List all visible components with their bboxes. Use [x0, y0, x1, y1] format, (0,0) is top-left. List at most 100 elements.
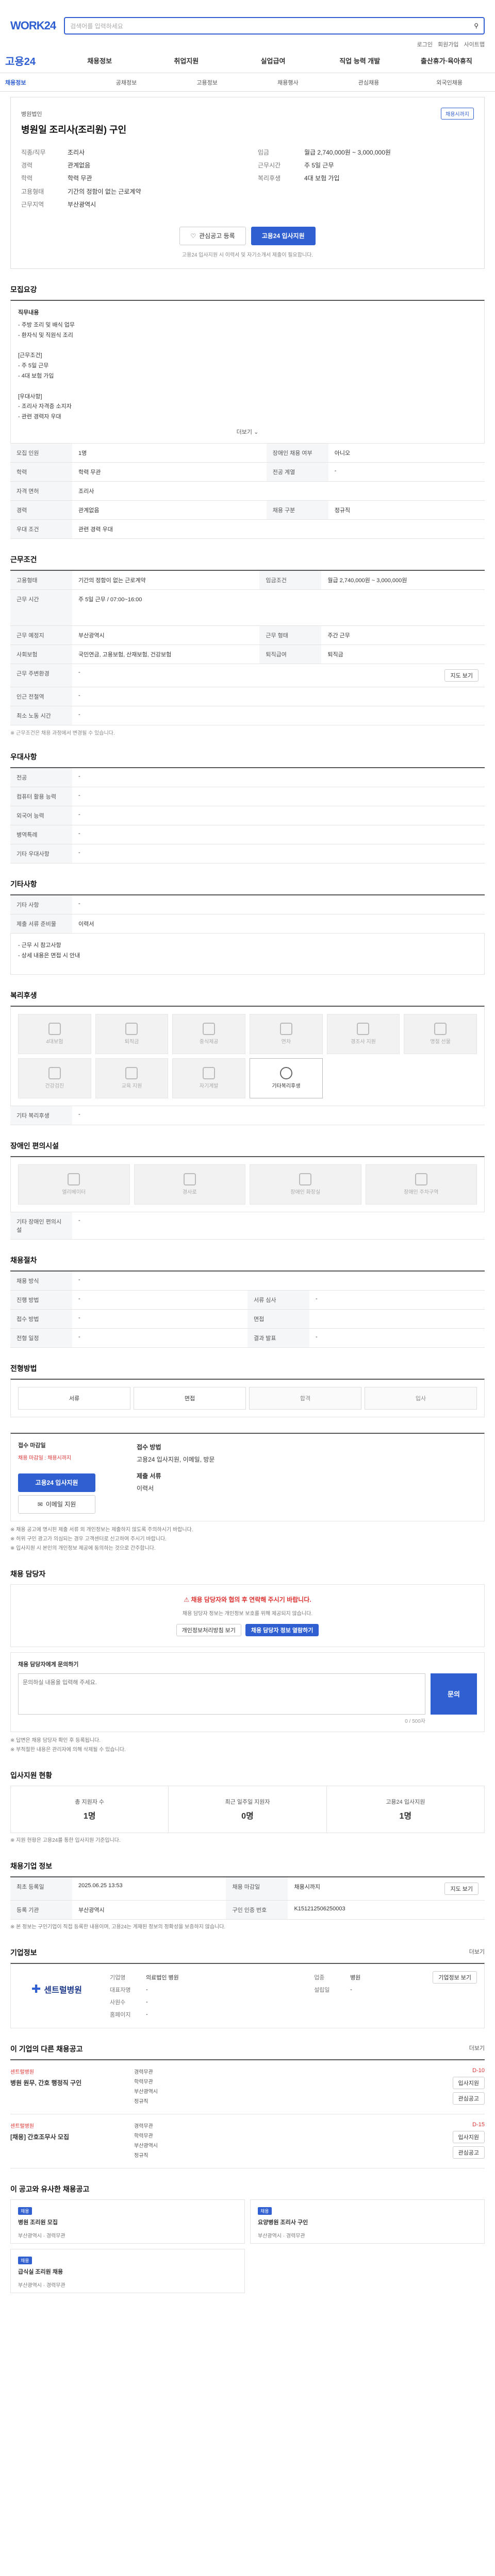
- section-title: 채용기업 정보: [10, 1861, 53, 1870]
- other-more-link[interactable]: 더보기: [469, 2044, 485, 2059]
- subnav-item-5[interactable]: 외국인채용: [409, 78, 490, 87]
- subnav-item-4[interactable]: 관심채용: [328, 78, 409, 87]
- benefit-label: 퇴직금: [124, 1039, 139, 1045]
- section-title: 채용절차: [10, 1256, 37, 1264]
- gnb-brand[interactable]: 고용24: [5, 53, 36, 68]
- top-bar: [0, 0, 495, 11]
- site-logo[interactable]: WORK24: [10, 19, 56, 32]
- scrap-button[interactable]: ♡ 관심공고 등록: [179, 226, 246, 245]
- subnav-item-1[interactable]: 공채정보: [86, 78, 167, 87]
- job-title[interactable]: 병원 원무, 간호 행정직 구인: [10, 2078, 134, 2087]
- stat-item: 총 지원자 수 1명: [11, 1786, 169, 1833]
- alert-sub: 채용 담당자 정보는 개인정보 보호를 위해 제공되지 않습니다.: [182, 1611, 313, 1617]
- step-item: 서류: [18, 1386, 130, 1410]
- company-info-button[interactable]: 기업정보 보기: [433, 1971, 477, 1984]
- gnb-item-support[interactable]: 취업지원: [143, 56, 229, 65]
- table-row: 대표자명 - 설립일 -: [110, 1986, 352, 1993]
- summary-actions: ♡ 관심공고 등록 고용24 입사지원: [21, 226, 474, 245]
- detail-table: 채용 방식 - 진행 방법 - 서류 심사 - 접수 방법 - 면접 전형 일정 - 결과 발표…: [10, 1270, 485, 1348]
- section-title: 장애인 편의시설: [10, 1141, 59, 1150]
- global-nav: 고용24 채용정보 취업지원 실업급여 직업 능력 개발 출산휴가·육아휴직: [0, 48, 495, 73]
- summary-left: 직종/직무 조리사 경력 관계없음 학력 학력 무관 고용형태 기간의 정함이 없는 근…: [21, 146, 237, 211]
- card-title[interactable]: 병원 조리원 모집: [18, 2218, 237, 2226]
- apply-button[interactable]: 입사지원: [452, 2076, 485, 2089]
- detail-section: 채용절차 채용 방식 - 진행 방법 - 서류 심사 - 접수 방법 - 면접 전형 일정 -…: [10, 1255, 485, 1348]
- preference-section: 우대사항 전공 - 컴퓨터 활용 능력 - 외국어 능력 - 병역특례 - 기타 우대사…: [10, 752, 485, 863]
- search-input[interactable]: 검색어를 입력하세요: [70, 22, 123, 30]
- disabled-table: 기타 장애인 편의시설 -: [10, 1212, 485, 1240]
- gnb-item-jobs[interactable]: 채용정보: [56, 56, 143, 65]
- qa-textarea[interactable]: [18, 1673, 425, 1715]
- facility-item: 장애인 화장실: [250, 1164, 361, 1205]
- scrap-button[interactable]: 관심공고: [452, 2146, 485, 2159]
- info-map-button[interactable]: 지도 보기: [444, 1882, 478, 1895]
- disabled-grid: 엘리베이터 경사로 장애인 화장실 장애인 주차구역: [18, 1164, 477, 1205]
- apply-button[interactable]: 입사지원: [452, 2130, 485, 2143]
- signup-link[interactable]: 회원가입: [438, 40, 458, 48]
- apply-note: 고용24 입사지원 시 이력서 및 자기소개서 제출이 필요합니다.: [182, 252, 314, 258]
- job-card[interactable]: 채용 급식실 조리원 채용 부산광역시 · 경력무관: [10, 2248, 245, 2293]
- facility-icon: [68, 1173, 80, 1186]
- summary-row: 근무시간 주 5일 근무: [258, 162, 334, 170]
- alert-text: ⚠ 채용 담당자와 협의 후 연락해 주시기 바랍니다.: [184, 1596, 311, 1603]
- summary-row: 근무지역 부산광역시: [21, 200, 96, 208]
- apply-button[interactable]: 고용24 입사지원: [251, 226, 316, 245]
- facility-icon: [415, 1173, 427, 1186]
- duty-box: 직무내용 - 주방 조리 및 배식 업무 - 환자식 및 직원식 조리 [근무조…: [10, 299, 485, 444]
- card-title[interactable]: 급식실 조리원 채용: [18, 2267, 237, 2276]
- benefit-icon: [279, 1067, 292, 1080]
- job-card[interactable]: 채용 병원 조리원 모집 부산광역시 · 경력무관: [10, 2199, 245, 2244]
- company-more-link[interactable]: 더보기: [469, 1947, 485, 1963]
- qa-form: 채용 담당자에게 문의하기 문의 0 / 500자: [10, 1652, 485, 1732]
- summary-grid: 직종/직무 조리사 경력 관계없음 학력 학력 무관 고용형태 기간의 정함이 없는 근…: [21, 146, 474, 211]
- summary-row: 학력 학력 무관: [21, 175, 92, 182]
- section-title: 복리후생: [10, 991, 37, 999]
- note-line: ※ 부적절한 내용은 관리자에 의해 삭제될 수 있습니다.: [10, 1747, 126, 1753]
- similar-grid: 채용 병원 조리원 모집 부산광역시 · 경력무관 채용 요양병원 조리사 구인 부산광…: [10, 2199, 485, 2293]
- facility-icon: [183, 1173, 196, 1186]
- subnav-item-3[interactable]: 채용행사: [248, 78, 328, 87]
- benefit-icon: [434, 1023, 447, 1036]
- card-title[interactable]: 요양병원 조리사 구인: [258, 2218, 477, 2226]
- benefit-item: 명절 선물: [404, 1013, 477, 1054]
- benefit-icon: [203, 1067, 216, 1080]
- benefit-icon: [125, 1067, 138, 1080]
- gnb-item-training[interactable]: 직업 능력 개발: [317, 56, 403, 65]
- view-contact-button[interactable]: 채용 담당자 정보 열람하기: [245, 1623, 319, 1636]
- table-row: 모집 인원 1명 장애인 채용 여부 아니오: [10, 443, 485, 463]
- hospital-cross-icon: ✚: [31, 1982, 41, 1995]
- list-item[interactable]: 센트럴병원 병원 원무, 간호 행정직 구인 경력무관 학력무관 부산광역시 정규직 D…: [10, 2060, 485, 2114]
- map-button[interactable]: 지도 보기: [444, 669, 478, 682]
- benefit-item: 건강검진: [18, 1058, 91, 1098]
- benefit-label: 경조사 지원: [351, 1039, 376, 1045]
- job-title[interactable]: [채용] 간호조무사 모집: [10, 2132, 134, 2141]
- gnb-item-unemployment[interactable]: 실업급여: [229, 56, 316, 65]
- apply-email-button[interactable]: ✉ 이메일 지원: [18, 1495, 95, 1514]
- tag: 채용: [18, 2207, 32, 2215]
- subnav-item-2[interactable]: 고용정보: [167, 78, 248, 87]
- note-line: ※ 허위 구인 광고가 의심되는 경우 고객센터로 신고하여 주시기 바랍니다.: [10, 1536, 167, 1542]
- other-head: 이 기업의 다른 채용공고 더보기: [10, 2044, 485, 2059]
- job-card[interactable]: 채용 요양병원 조리사 구인 부산광역시 · 경력무관: [250, 2199, 485, 2244]
- list-item[interactable]: 센트럴병원 [채용] 간호조무사 모집 경력무관 학력무관 부산광역시 정규직 D-15…: [10, 2114, 485, 2168]
- benefit-label: 교육 지원: [121, 1083, 142, 1090]
- login-link[interactable]: 로그인: [417, 40, 433, 48]
- info-note: ※ 본 정보는 구인기업이 직접 등록한 내용이며, 고용24는 게재된 정보의…: [10, 1924, 226, 1930]
- benefit-icon: [48, 1023, 61, 1036]
- apply-left: 접수 마감일 채용 마감일 : 채용시까지 고용24 입사지원 ✉ 이메일 지원: [18, 1441, 121, 1514]
- gnb-item-leave[interactable]: 출산휴가·육아휴직: [403, 56, 490, 65]
- privacy-button[interactable]: 개인정보처리방침 보기: [176, 1623, 241, 1636]
- preference-table: 전공 - 컴퓨터 활용 능력 - 외국어 능력 - 병역특례 - 기타 우대사항 -: [10, 767, 485, 863]
- more-link[interactable]: 더보기 ⌄: [18, 428, 477, 436]
- table-row: 기타 우대사항 -: [10, 844, 485, 863]
- search-icon[interactable]: ⚲: [474, 22, 478, 29]
- scrap-button[interactable]: 관심공고: [452, 2092, 485, 2105]
- company-name[interactable]: 병원법인: [21, 110, 42, 118]
- search-box[interactable]: 검색어를 입력하세요 ⚲: [64, 17, 485, 35]
- info-section: 채용기업 정보 최초 등록일 2025.06.25 13:53 채용 마감일 채용시까…: [10, 1861, 485, 1932]
- table-row: 등록 기관 부산광역시 구인 인증 번호 K151212506250003: [10, 1900, 485, 1920]
- subnav-item-0[interactable]: 채용정보: [5, 78, 86, 87]
- apply-online-button[interactable]: 고용24 입사지원: [18, 1473, 95, 1492]
- sitemap-link[interactable]: 사이트맵: [464, 40, 485, 48]
- qa-submit-button[interactable]: 문의: [431, 1673, 477, 1715]
